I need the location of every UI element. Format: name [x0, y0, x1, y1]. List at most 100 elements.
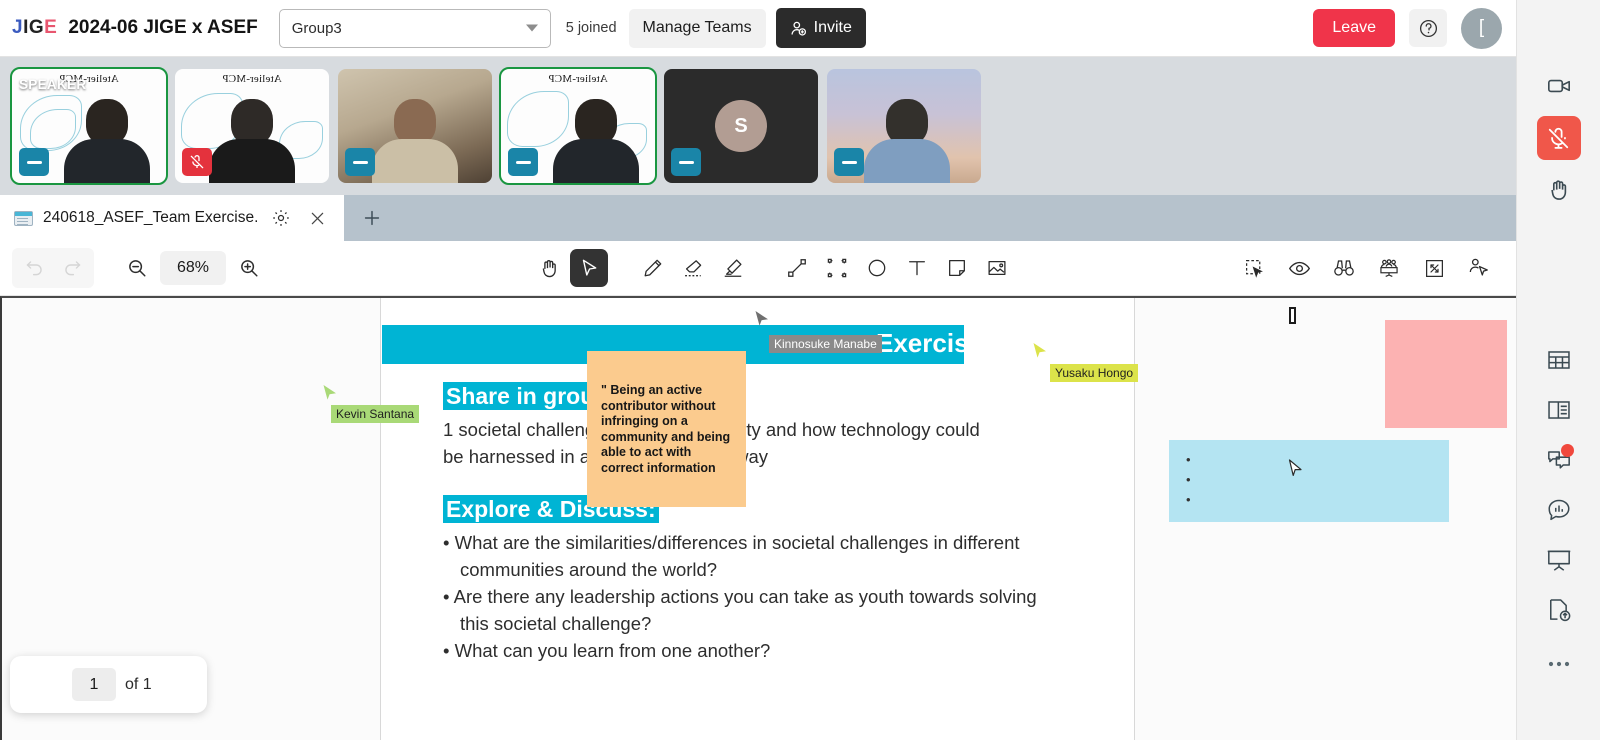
video-tile[interactable]: [827, 69, 981, 183]
document-tab[interactable]: 240618_ASEF_Team Exercise....: [0, 195, 344, 241]
fullscreen-icon[interactable]: [1415, 251, 1453, 285]
page-navigation: 1 of 1: [10, 656, 207, 713]
video-tile[interactable]: [338, 69, 492, 183]
cursor-label: Kinnosuke Manabe: [769, 335, 882, 353]
file-upload-icon[interactable]: [1537, 588, 1581, 632]
mic-toggle[interactable]: [671, 148, 701, 176]
right-sidebar: [1516, 0, 1600, 740]
sticky-blue-bullet: •: [1186, 472, 1191, 487]
slide-body: Share in groups: 1 societal challenge in…: [443, 382, 1063, 665]
grid-table-icon[interactable]: [1537, 338, 1581, 382]
share-line-2: be harnessed in a human-centered way: [443, 446, 768, 467]
page-number-input[interactable]: 1: [72, 668, 116, 701]
zoom-level[interactable]: 68%: [160, 251, 226, 285]
mic-toggle[interactable]: [834, 148, 864, 176]
pencil-tool[interactable]: [634, 249, 672, 287]
circle-tool[interactable]: [858, 249, 896, 287]
raise-hand-icon[interactable]: [1537, 168, 1581, 212]
video-tile-strip: Atelier-MCP SPEAKER Atelier-MCP Atelier-…: [0, 57, 1516, 195]
sticky-note-pink[interactable]: [1385, 320, 1507, 428]
more-options-icon[interactable]: [1537, 642, 1581, 686]
drawing-tools: [530, 249, 1016, 287]
highlighter-tool[interactable]: [714, 249, 752, 287]
mic-muted-icon: [189, 154, 205, 170]
follow-user-icon[interactable]: [1460, 251, 1498, 285]
user-avatar[interactable]: [: [1461, 7, 1502, 49]
view-tools: [1235, 251, 1498, 285]
sticky-blue-bullet: •: [1186, 492, 1191, 507]
chevron-down-icon: [525, 24, 538, 32]
video-tile[interactable]: Atelier-MCP: [175, 69, 329, 183]
mic-toggle[interactable]: [345, 148, 375, 176]
explore-bullet-list: What are the similarities/differences in…: [443, 530, 1063, 665]
rectangle-tool[interactable]: [818, 249, 856, 287]
video-tile[interactable]: S: [664, 69, 818, 183]
mic-toggle[interactable]: [19, 148, 49, 176]
slide-title: Exercise: [876, 328, 983, 358]
close-icon[interactable]: [304, 205, 330, 231]
sticky-note-orange-text: " Being an active contributor without in…: [601, 383, 731, 475]
background-label: Atelier-MCP: [222, 73, 282, 85]
eraser-tool[interactable]: [674, 249, 712, 287]
text-tool[interactable]: [898, 249, 936, 287]
help-button[interactable]: [1409, 9, 1447, 47]
undo-redo-group: [12, 248, 94, 288]
document-tabbar: 240618_ASEF_Team Exercise....: [0, 195, 1516, 241]
list-item: Are there any leadership actions you can…: [443, 584, 1063, 637]
invite-button[interactable]: Invite: [775, 8, 866, 48]
cursor-tool[interactable]: [570, 249, 608, 287]
mic-toggle[interactable]: [508, 148, 538, 176]
question-mark-icon: [1418, 18, 1439, 39]
text-caret: [1289, 307, 1296, 324]
hand-tool[interactable]: [530, 249, 568, 287]
binoculars-icon[interactable]: [1325, 251, 1363, 285]
sticky-note-orange[interactable]: " Being an active contributor without in…: [587, 351, 746, 507]
mic-muted-toggle[interactable]: [182, 148, 212, 176]
layout-panel-icon[interactable]: [1537, 388, 1581, 432]
list-item: What can you learn from one another?: [443, 638, 1063, 665]
slide-page[interactable]: Exercise Share in groups: 1 societal cha…: [380, 298, 1507, 740]
leave-button[interactable]: Leave: [1313, 9, 1395, 47]
select-area-icon[interactable]: [1235, 251, 1273, 285]
cursor-arrow-icon: [1033, 343, 1046, 358]
zoom-controls: 68%: [118, 251, 268, 285]
avatar-initial: [: [1478, 17, 1485, 38]
mouse-pointer: [1288, 459, 1303, 479]
zoom-in-button[interactable]: [230, 251, 268, 285]
collaborator-cursor-kinnosuke: Kinnosuke Manabe: [754, 310, 882, 353]
eye-icon[interactable]: [1280, 251, 1318, 285]
undo-button[interactable]: [15, 251, 53, 285]
person-add-icon: [790, 20, 807, 37]
video-tile[interactable]: Atelier-MCP: [499, 67, 657, 185]
image-tool[interactable]: [978, 249, 1016, 287]
audience-view-icon[interactable]: [1370, 251, 1408, 285]
chat-icon[interactable]: [1537, 438, 1581, 482]
whiteboard-canvas[interactable]: Exercise Share in groups: 1 societal cha…: [0, 296, 1516, 740]
mic-muted-icon[interactable]: [1536, 116, 1581, 160]
camera-icon[interactable]: [1537, 64, 1581, 108]
manage-teams-button[interactable]: Manage Teams: [628, 8, 766, 48]
redo-button[interactable]: [53, 251, 91, 285]
app-header: JIGE 2024-06 JIGE x ASEF Group3 5 joined…: [0, 0, 1516, 57]
logo-letter-e: E: [44, 17, 58, 38]
presentation-icon[interactable]: [1537, 538, 1581, 582]
document-icon: [14, 210, 33, 226]
collaborator-cursor-kevin: Kevin Santana: [322, 384, 420, 423]
participant-initial: S: [715, 100, 767, 152]
list-item: What are the similarities/differences in…: [443, 530, 1063, 583]
speaker-badge: SPEAKER: [19, 77, 87, 92]
cursor-label: Yusaku Hongo: [1050, 364, 1139, 382]
gear-icon[interactable]: [268, 205, 294, 231]
sticky-note-blue[interactable]: • • •: [1169, 440, 1449, 522]
document-tab-label: 240618_ASEF_Team Exercise....: [43, 209, 258, 226]
zoom-out-button[interactable]: [118, 251, 156, 285]
poll-icon[interactable]: [1537, 488, 1581, 532]
meeting-title: 2024-06 JIGE x ASEF: [68, 17, 258, 38]
background-label: Atelier-MCP: [548, 73, 608, 85]
video-tile[interactable]: Atelier-MCP SPEAKER: [10, 67, 168, 185]
cursor-label: Kevin Santana: [331, 405, 420, 423]
connector-tool[interactable]: [778, 249, 816, 287]
group-select[interactable]: Group3: [278, 8, 551, 48]
sticky-note-tool[interactable]: [938, 249, 976, 287]
add-tab-button[interactable]: [344, 195, 400, 241]
